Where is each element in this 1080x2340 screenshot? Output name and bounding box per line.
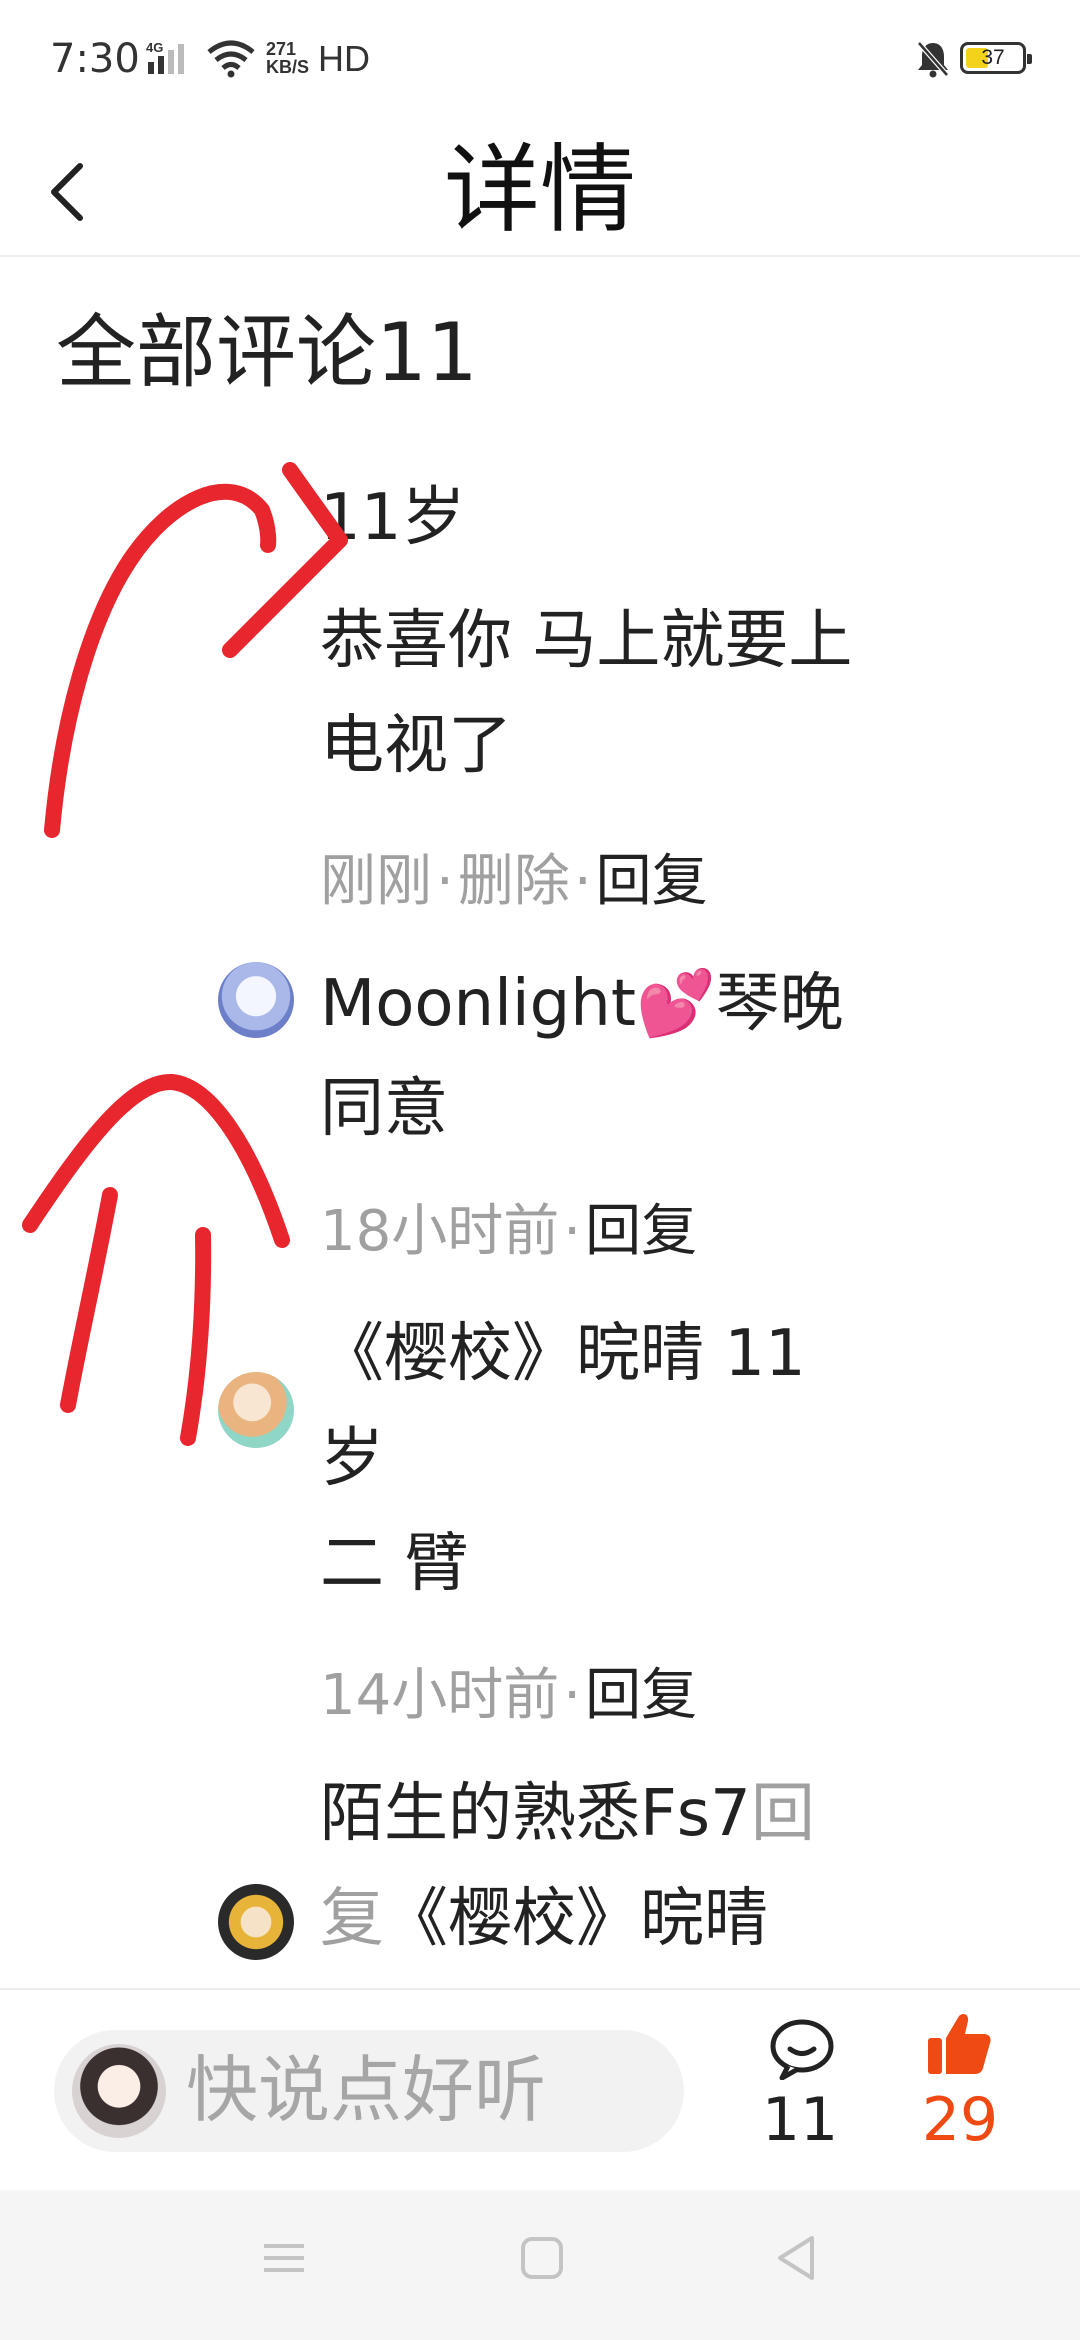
hd-indicator: HD: [318, 38, 370, 79]
comment-text[interactable]: 陌生的熟悉Fs7回 复《樱校》晥晴: [320, 1762, 960, 1972]
bottom-action-bar: 快说点好听 11 29: [0, 1988, 1080, 2192]
menu-icon[interactable]: [262, 2236, 306, 2284]
comment-time: 14小时前: [320, 1663, 560, 1728]
comment-meta: 刚刚·删除·回复: [320, 849, 708, 914]
status-bar: 7:30 4G 271 KB/S HD 37: [0, 0, 1080, 120]
annotation-stroke: [180, 1227, 212, 1446]
reply-link[interactable]: 回复: [596, 849, 708, 914]
comment-meta: 14小时前·回复: [320, 1663, 698, 1728]
comment-input-placeholder: 快说点好听: [186, 2048, 547, 2132]
net-speed: 271 KB/S: [266, 39, 310, 77]
comment-time: 刚刚: [320, 849, 432, 914]
reply-link[interactable]: 回复: [585, 1199, 697, 1264]
annotation-stroke: [44, 483, 277, 838]
reply-link[interactable]: 回复: [585, 1663, 697, 1728]
comment-text[interactable]: 《樱校》晥晴 11 岁 二 臂: [320, 1302, 960, 1617]
comment-bubble-icon[interactable]: [768, 2018, 836, 2084]
thumbs-up-icon[interactable]: [926, 2012, 992, 2080]
comment-time: 18小时前: [320, 1199, 560, 1264]
svg-text:4G: 4G: [146, 40, 163, 55]
comments-count-title: 全部评论11: [56, 306, 478, 399]
comment-count[interactable]: 11: [740, 2080, 860, 2160]
avatar[interactable]: [218, 1884, 294, 1960]
top-header: 详情: [0, 120, 1080, 257]
bell-muted-icon: [916, 40, 950, 82]
comment-text[interactable]: Moonlight💕琴晚 同意: [320, 952, 960, 1162]
user-avatar: [72, 2044, 166, 2138]
wifi-icon: [206, 38, 256, 82]
avatar[interactable]: [218, 962, 294, 1038]
annotation-stroke: [22, 1074, 290, 1248]
comment-author[interactable]: 陌生的熟悉Fs7: [320, 1777, 751, 1851]
delete-link[interactable]: 删除: [458, 849, 570, 914]
system-nav-bar: [0, 2190, 1080, 2340]
battery-indicator: 37: [960, 42, 1032, 74]
page-title: 详情: [444, 134, 636, 246]
reply-target[interactable]: 《樱校》晥晴: [384, 1882, 768, 1956]
comment-text[interactable]: 11岁 恭喜你 马上就要上 电视了: [320, 466, 960, 799]
comment-input[interactable]: 快说点好听: [54, 2030, 684, 2152]
home-square-icon[interactable]: [520, 2236, 564, 2284]
signal-icon: 4G: [146, 40, 198, 80]
annotation-stroke: [60, 1187, 118, 1413]
status-time: 7:30: [50, 36, 140, 82]
like-count[interactable]: 29: [900, 2080, 1020, 2160]
avatar[interactable]: [218, 1372, 294, 1448]
comment-meta: 18小时前·回复: [320, 1199, 698, 1264]
back-triangle-icon[interactable]: [774, 2234, 818, 2286]
